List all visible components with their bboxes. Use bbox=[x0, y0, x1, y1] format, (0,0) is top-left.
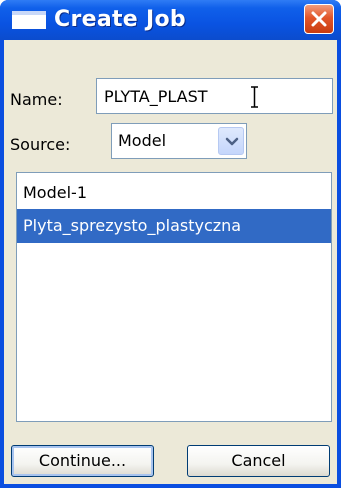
list-item[interactable]: Model-1 bbox=[17, 176, 331, 210]
list-item-selected[interactable]: Plyta_sprezysto_plastyczna bbox=[17, 209, 331, 243]
model-list[interactable]: Model-1 Plyta_sprezysto_plastyczna bbox=[16, 172, 332, 422]
window-title: Create Job bbox=[54, 7, 186, 32]
title-bar[interactable]: Create Job bbox=[0, 0, 341, 40]
cancel-button[interactable]: Cancel bbox=[187, 445, 330, 477]
source-dropdown-button[interactable] bbox=[218, 127, 244, 155]
name-input[interactable] bbox=[96, 78, 333, 114]
window-icon bbox=[12, 11, 46, 29]
dialog-body: Name: Source: Model Model-1 Plyta_sprezy… bbox=[4, 40, 337, 484]
source-select[interactable]: Model bbox=[111, 123, 247, 159]
close-button[interactable] bbox=[304, 4, 334, 34]
create-job-window: Create Job Name: Source: Model Model-1 P… bbox=[0, 0, 341, 488]
close-x-icon bbox=[311, 11, 327, 27]
chevron-down-icon bbox=[225, 137, 239, 146]
name-label: Name: bbox=[10, 90, 63, 109]
text-cursor-icon bbox=[251, 86, 258, 108]
source-select-value: Model bbox=[118, 131, 167, 150]
continue-button[interactable]: Continue... bbox=[11, 445, 154, 477]
source-label: Source: bbox=[10, 135, 71, 154]
